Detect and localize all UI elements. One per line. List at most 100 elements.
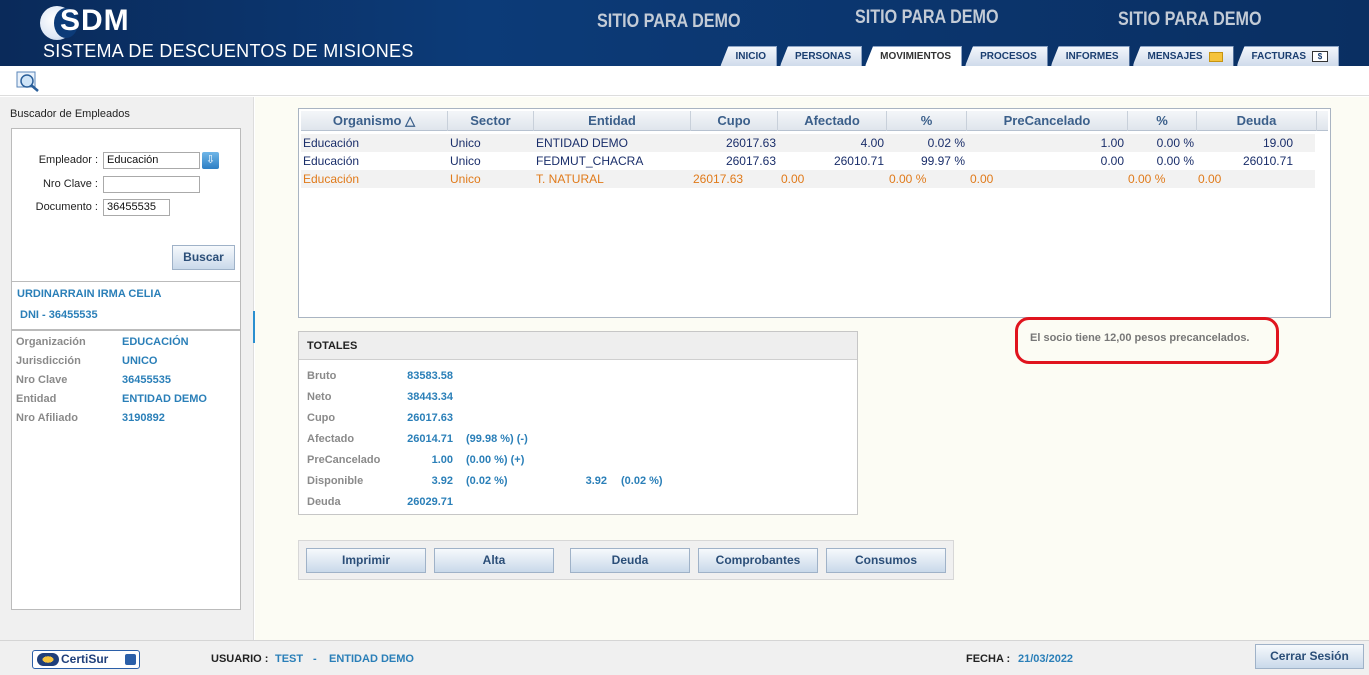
table-row[interactable]: Educación Unico T. NATURAL 26017.63 0.00…	[301, 170, 1315, 188]
detail-label: Jurisdicción	[16, 355, 81, 367]
detail-label: Nro Clave	[16, 374, 68, 386]
documento-label: Documento :	[35, 201, 98, 213]
detail-row: Organización EDUCACIÓN	[16, 336, 189, 348]
usuario-value: TEST	[275, 653, 304, 665]
cell-afectado-pct: 0.02 %	[927, 136, 965, 150]
tab-inicio[interactable]: INICIO	[720, 46, 777, 66]
grid-header: Organismo △ Sector Entidad Cupo Afectado…	[301, 111, 1328, 131]
imprimir-button[interactable]: Imprimir	[306, 548, 426, 573]
cell-deuda: 0.00	[1198, 172, 1222, 186]
total-extra: (0.02 %)	[466, 475, 508, 487]
certisur-label: CertiSur	[61, 652, 109, 666]
col-afectado-pct[interactable]: %	[887, 111, 967, 131]
col-precancelado-pct[interactable]: %	[1128, 111, 1197, 131]
cell-cupo: 26017.63	[725, 136, 776, 150]
col-cupo[interactable]: Cupo	[691, 111, 778, 131]
tab-label: PERSONAS	[795, 51, 852, 62]
col-afectado[interactable]: Afectado	[778, 111, 887, 131]
cell-precancelado-pct: 0.00 %	[1128, 172, 1166, 186]
app-logo-text: SDM	[60, 4, 130, 37]
employee-name: URDINARRAIN IRMA CELIA	[17, 288, 162, 300]
col-entidad[interactable]: Entidad	[534, 111, 691, 131]
entidad-value: ENTIDAD DEMO	[329, 653, 414, 665]
total-value: 26017.63	[407, 412, 453, 424]
comprobantes-button[interactable]: Comprobantes	[698, 548, 818, 573]
cell-sector: Unico	[450, 172, 481, 186]
detail-row: Jurisdicción UNICO	[16, 355, 157, 367]
tab-mensajes[interactable]: MENSAJES	[1132, 46, 1234, 66]
certisur-badge[interactable]: CertiSur	[32, 650, 140, 669]
total-label: PreCancelado	[307, 454, 381, 466]
certisur-logo-icon	[37, 653, 59, 666]
tab-label: MOVIMIENTOS	[880, 51, 952, 62]
detail-value: UNICO	[122, 355, 158, 367]
tab-facturas[interactable]: FACTURAS $	[1236, 46, 1339, 66]
system-title: SISTEMA DE DESCUENTOS DE MISIONES	[43, 41, 414, 61]
col-precancelado[interactable]: PreCancelado	[967, 111, 1128, 131]
detail-row: Nro Clave 36455535	[16, 374, 171, 386]
detail-row: Entidad ENTIDAD DEMO	[16, 393, 207, 405]
deuda-button[interactable]: Deuda	[570, 548, 690, 573]
employee-search-panel: Buscador de Empleados Empleador : Educac…	[0, 97, 254, 640]
footer: CertiSur USUARIO : TEST - ENTIDAD DEMO F…	[0, 640, 1369, 675]
search-form: Empleador : Educación ⇩ Nro Clave : Docu…	[11, 128, 241, 282]
col-sector[interactable]: Sector	[448, 111, 534, 131]
col-deuda[interactable]: Deuda	[1197, 111, 1317, 131]
cell-precancelado-pct: 0.00 %	[1156, 154, 1194, 168]
cell-afectado-pct: 0.00 %	[889, 172, 927, 186]
detail-value: ENTIDAD DEMO	[122, 393, 207, 405]
precancel-notice: El socio tiene 12,00 pesos precancelados…	[1015, 317, 1279, 364]
toolbar	[0, 66, 1369, 96]
alta-button[interactable]: Alta	[434, 548, 554, 573]
documento-input[interactable]: 36455535	[103, 199, 170, 216]
cell-afectado-pct: 99.97 %	[920, 154, 965, 168]
panel-title: Buscador de Empleados	[10, 108, 130, 120]
tab-movimientos[interactable]: MOVIMIENTOS	[865, 46, 963, 66]
search-icon[interactable]	[16, 71, 40, 93]
total-extra: (99.98 %) (-)	[466, 433, 528, 445]
cell-afectado: 0.00	[781, 172, 805, 186]
cell-cupo: 26017.63	[693, 172, 744, 186]
consumos-button[interactable]: Consumos	[826, 548, 946, 573]
detail-label: Entidad	[16, 393, 57, 405]
cell-cupo: 26017.63	[725, 154, 776, 168]
total-value: 1.00	[431, 454, 453, 466]
totals-panel: TOTALES Bruto 83583.58 Neto 38443.34 Cupo 2…	[298, 331, 858, 515]
table-row[interactable]: Educación Unico ENTIDAD DEMO 26017.63 4.…	[301, 134, 1315, 152]
employee-dni: DNI - 36455535	[20, 309, 98, 321]
fecha-value: 21/03/2022	[1018, 653, 1074, 665]
cell-organismo: Educación	[303, 136, 360, 150]
invoice-icon: $	[1312, 51, 1328, 62]
total-label: Cupo	[307, 412, 336, 424]
cell-afectado: 26010.71	[833, 154, 884, 168]
total-value-2: 3.92	[585, 475, 607, 487]
logout-button[interactable]: Cerrar Sesión	[1255, 644, 1364, 669]
empleador-select[interactable]: Educación	[103, 152, 200, 169]
detail-label: Nro Afiliado	[16, 412, 78, 424]
demo-label-1: SITIO PARA DEMO	[597, 11, 741, 32]
tab-label: INICIO	[735, 51, 766, 62]
cell-deuda: 19.00	[1262, 136, 1293, 150]
total-value: 26029.71	[407, 496, 453, 508]
total-value: 83583.58	[407, 370, 453, 382]
cell-precancelado: 1.00	[1100, 136, 1124, 150]
empleador-label: Empleador :	[38, 154, 98, 166]
col-organismo[interactable]: Organismo △	[301, 111, 448, 131]
tab-label: FACTURAS	[1251, 51, 1306, 62]
cell-precancelado: 0.00	[1100, 154, 1124, 168]
table-row[interactable]: Educación Unico FEDMUT_CHACRA 26017.63 2…	[301, 152, 1315, 170]
cell-organismo: Educación	[303, 172, 360, 186]
total-value: 3.92	[431, 475, 453, 487]
tab-informes[interactable]: INFORMES	[1050, 46, 1130, 66]
tab-procesos[interactable]: PROCESOS	[965, 46, 1048, 66]
cell-afectado: 4.00	[860, 136, 884, 150]
tab-personas[interactable]: PERSONAS	[780, 46, 863, 66]
buscar-button[interactable]: Buscar	[172, 245, 235, 270]
action-bar: Imprimir Alta Deuda Comprobantes Consumo…	[298, 540, 954, 580]
cell-sector: Unico	[450, 154, 481, 168]
total-value: 26014.71	[407, 433, 453, 445]
detail-value: EDUCACIÓN	[122, 336, 189, 348]
app-header: SDM SISTEMA DE DESCUENTOS DE MISIONES SI…	[0, 0, 1369, 66]
download-icon[interactable]: ⇩	[202, 152, 219, 169]
nro-clave-input[interactable]	[103, 176, 200, 193]
